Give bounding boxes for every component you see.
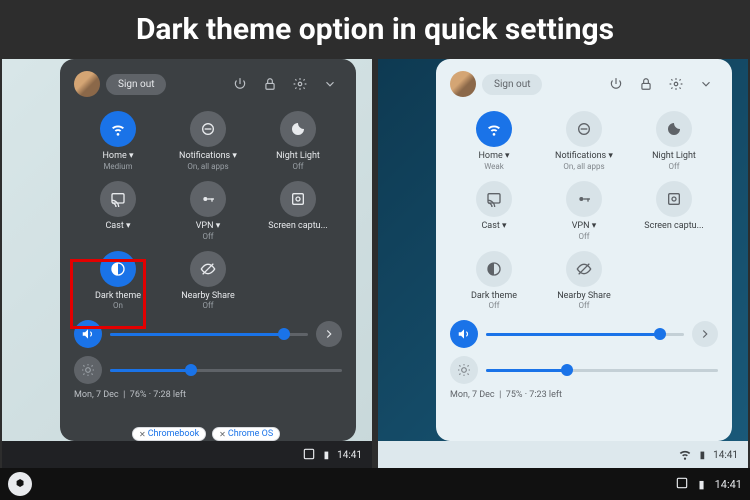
night-icon <box>656 111 692 147</box>
avatar[interactable] <box>74 71 100 97</box>
notif-icon <box>566 111 602 147</box>
tile-night[interactable]: Night Light Off <box>254 109 342 173</box>
tile-cast[interactable]: Cast ▾ <box>74 179 162 243</box>
tag-row: Chromebook Chrome OS <box>132 427 280 441</box>
highlight-box <box>70 259 146 329</box>
tile-vpn[interactable]: VPN ▾ Off <box>164 179 252 243</box>
tile-status: Off <box>578 232 589 241</box>
tile-night[interactable]: Night Light Off <box>630 109 718 173</box>
shelf: ▮ 14:41 <box>2 441 372 469</box>
tile-dark[interactable]: Dark theme Off <box>450 249 538 313</box>
tile-vpn[interactable]: VPN ▾ Off <box>540 179 628 243</box>
shelf-time[interactable]: 14:41 <box>713 450 738 461</box>
lock-icon[interactable] <box>634 72 658 96</box>
gear-icon[interactable] <box>664 72 688 96</box>
tile-status: On, all apps <box>563 162 604 171</box>
audio-settings-icon[interactable] <box>316 321 342 347</box>
tile-label: Screen captu... <box>644 221 703 232</box>
brightness-slider[interactable] <box>450 356 718 384</box>
tile-status: Off <box>292 162 303 171</box>
tile-label: Notifications ▾ <box>179 151 237 162</box>
avatar[interactable] <box>450 71 476 97</box>
tile-label: Screen captu... <box>268 221 327 232</box>
battery-icon: ▮ <box>699 478 705 491</box>
cast-icon <box>100 181 136 217</box>
nearby-icon <box>566 251 602 287</box>
tile-status: Off <box>202 301 213 310</box>
light-screenshot: Sign out Home ▾ Weak Notifications ▾ On,… <box>378 59 748 469</box>
tile-capture[interactable]: Screen captu... <box>630 179 718 243</box>
volume-icon <box>450 320 478 348</box>
tile-label: Dark theme <box>471 291 517 302</box>
tile-capture[interactable]: Screen captu... <box>254 179 342 243</box>
brightness-icon <box>74 356 102 384</box>
tile-status: Medium <box>103 162 132 171</box>
tile-status: Off <box>578 301 589 310</box>
nearby-icon <box>190 251 226 287</box>
power-icon[interactable] <box>228 72 252 96</box>
signout-button[interactable]: Sign out <box>482 74 542 95</box>
tile-label: VPN ▾ <box>572 221 597 232</box>
notif-shelf-icon[interactable] <box>302 447 316 464</box>
shelf: ▮ 14:41 <box>378 441 748 469</box>
wifi-icon <box>476 111 512 147</box>
tile-status: Off <box>668 162 679 171</box>
tile-label: Night Light <box>276 151 320 162</box>
night-icon <box>280 111 316 147</box>
tile-cast[interactable]: Cast ▾ <box>450 179 538 243</box>
chevron-down-icon[interactable] <box>318 72 342 96</box>
tag[interactable]: Chrome OS <box>212 427 280 441</box>
battery-icon: ▮ <box>324 450 330 461</box>
signout-button[interactable]: Sign out <box>106 74 166 95</box>
status-footer: Mon, 7 Dec | 76% · 7:28 left <box>74 390 342 400</box>
clock[interactable]: 14:41 <box>715 478 742 491</box>
tile-label: Nearby Share <box>557 291 611 302</box>
vpn-icon <box>566 181 602 217</box>
tag[interactable]: Chromebook <box>132 427 206 441</box>
power-icon[interactable] <box>604 72 628 96</box>
tile-wifi[interactable]: Home ▾ Medium <box>74 109 162 173</box>
tile-status: Weak <box>484 162 504 171</box>
brightness-icon <box>450 356 478 384</box>
capture-icon <box>656 181 692 217</box>
gear-icon[interactable] <box>288 72 312 96</box>
tile-wifi[interactable]: Home ▾ Weak <box>450 109 538 173</box>
tile-status: On, all apps <box>187 162 228 171</box>
page-title: Dark theme option in quick settings <box>0 0 750 59</box>
status-footer: Mon, 7 Dec | 75% · 7:23 left <box>450 390 718 400</box>
lock-icon[interactable] <box>258 72 282 96</box>
wifi-icon <box>100 111 136 147</box>
chevron-down-icon[interactable] <box>694 72 718 96</box>
cast-icon <box>476 181 512 217</box>
capture-icon <box>280 181 316 217</box>
page-shelf: ⬢ ▮ 14:41 <box>0 468 750 500</box>
tile-status: Off <box>202 232 213 241</box>
brightness-slider[interactable] <box>74 356 342 384</box>
shelf-time[interactable]: 14:41 <box>337 450 362 461</box>
tile-notif[interactable]: Notifications ▾ On, all apps <box>540 109 628 173</box>
wifi-shelf-icon <box>678 447 692 464</box>
tile-label: Nearby Share <box>181 291 235 302</box>
tile-notif[interactable]: Notifications ▾ On, all apps <box>164 109 252 173</box>
tile-label: Home ▾ <box>103 151 134 162</box>
vpn-icon <box>190 181 226 217</box>
tile-nearby[interactable]: Nearby Share Off <box>540 249 628 313</box>
dark-icon <box>476 251 512 287</box>
tile-label: Cast ▾ <box>481 221 506 232</box>
tile-label: Notifications ▾ <box>555 151 613 162</box>
tile-label: VPN ▾ <box>196 221 221 232</box>
tile-label: Night Light <box>652 151 696 162</box>
notif-icon <box>190 111 226 147</box>
volume-slider[interactable] <box>450 320 718 348</box>
launcher-icon[interactable]: ⬢ <box>8 472 32 496</box>
audio-settings-icon[interactable] <box>692 321 718 347</box>
battery-icon: ▮ <box>700 450 706 461</box>
tile-label: Home ▾ <box>479 151 510 162</box>
tile-label: Cast ▾ <box>105 221 130 232</box>
tile-nearby[interactable]: Nearby Share Off <box>164 249 252 313</box>
tile-status: Off <box>488 301 499 310</box>
dark-screenshot: Sign out Home ▾ Medium Notifications ▾ O… <box>2 59 372 469</box>
notif-icon[interactable] <box>675 476 689 493</box>
